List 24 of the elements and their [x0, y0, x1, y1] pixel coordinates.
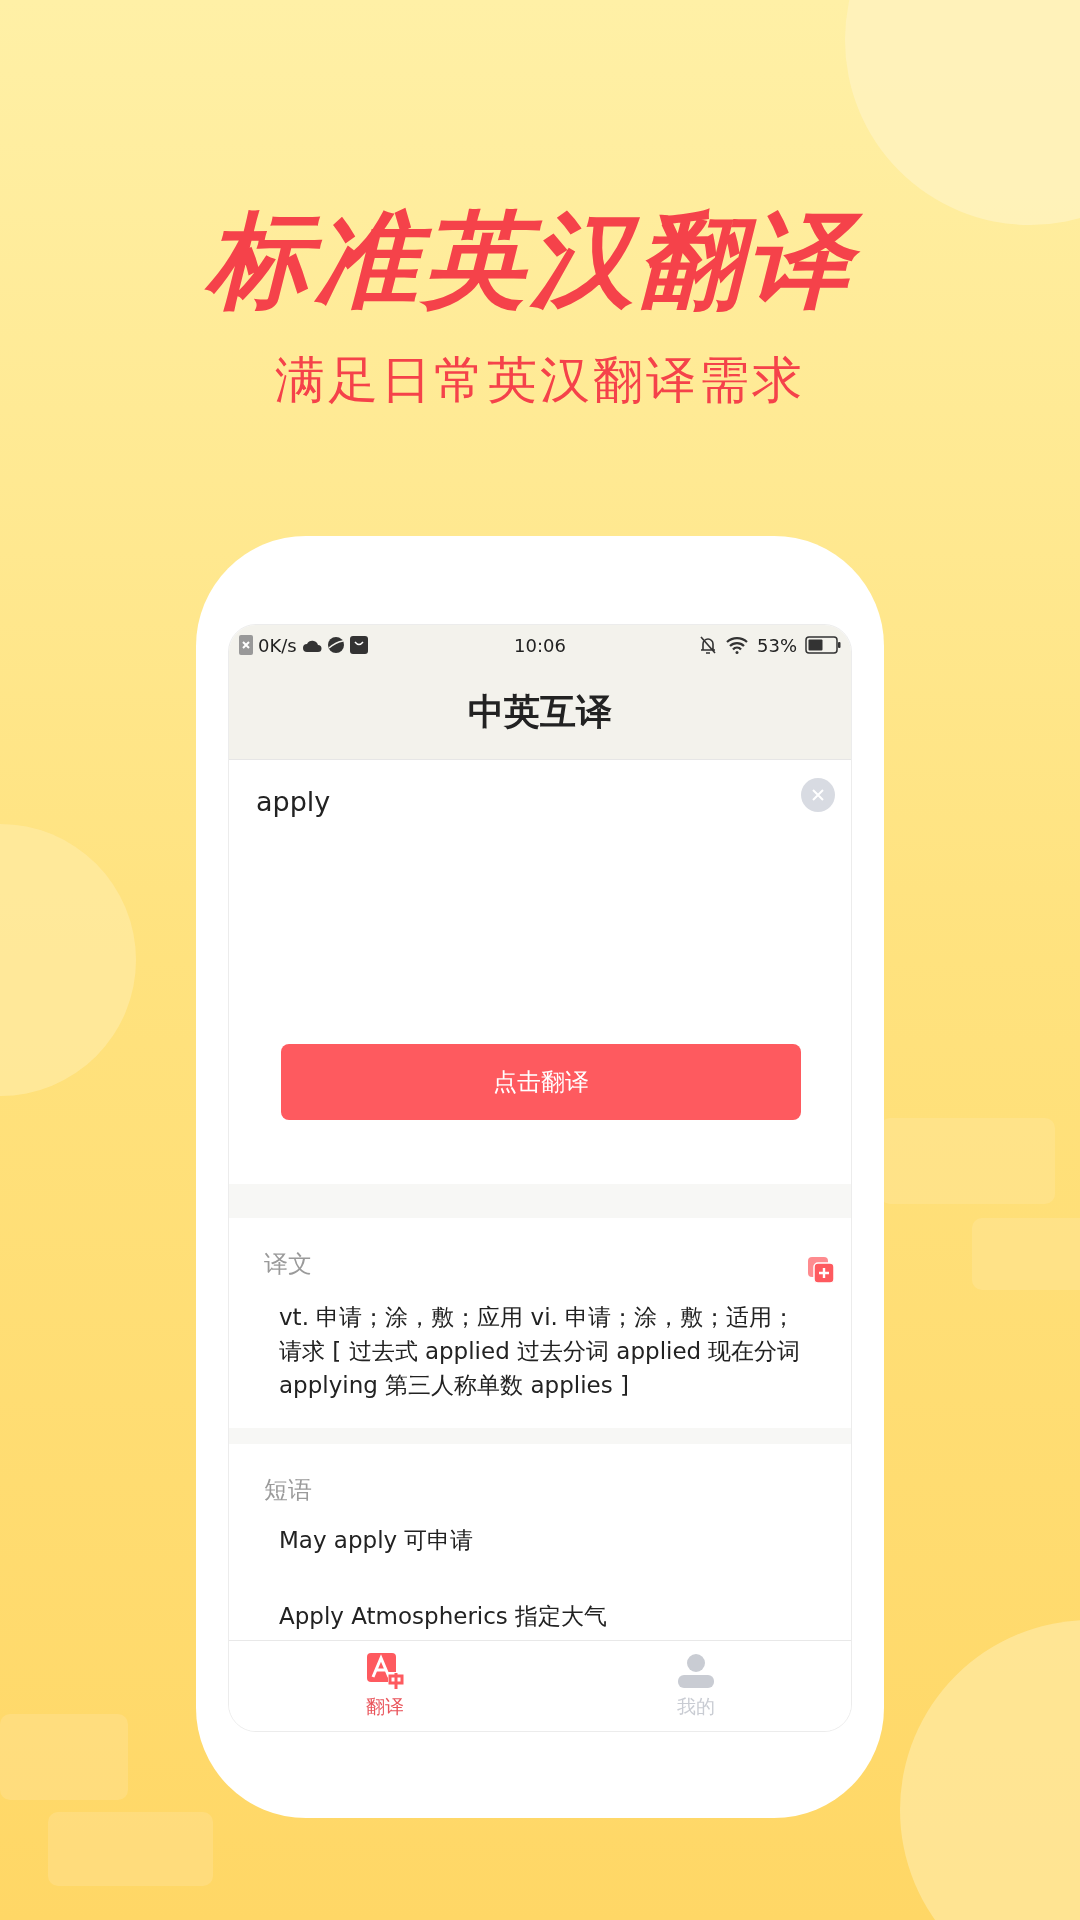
bag-icon [349, 636, 368, 654]
bell-off-icon [699, 635, 717, 655]
screen-title: 中英互译 [468, 689, 612, 734]
translate-icon [365, 1652, 404, 1690]
copy-icon[interactable] [807, 1256, 835, 1284]
status-time: 10:06 [514, 634, 566, 656]
section-label: 译文 [264, 1249, 312, 1280]
translation-text: vt. 申请；涂，敷；应用 vi. 申请；涂，敷；适用；请求 [ 过去式 applied 过去分词 applied 现在分词 applying 第三人称单数 applies ] [279, 1303, 802, 1400]
battery-percent: 53% [757, 634, 797, 656]
person-icon [676, 1652, 715, 1690]
phrase-text: May apply 可申请 [279, 1526, 475, 1555]
close-icon [239, 635, 253, 655]
phrase-text: Apply Atmospherics 指定大气 [279, 1602, 609, 1631]
headline: 标准英汉翻译 [196, 186, 884, 334]
network-speed: 0K/s [258, 634, 297, 656]
nav-tab[interactable]: 翻译 [229, 1641, 540, 1731]
input-field[interactable]: apply [256, 786, 799, 1044]
battery-icon [805, 636, 841, 654]
wifi-icon [725, 636, 749, 654]
close-icon [811, 788, 825, 802]
translate-button[interactable]: 点击翻译 [281, 1044, 801, 1120]
subtitle: 满足日常英汉翻译需求 [275, 350, 805, 411]
section-label: 短语 [264, 1475, 312, 1506]
planet-icon [326, 636, 345, 654]
